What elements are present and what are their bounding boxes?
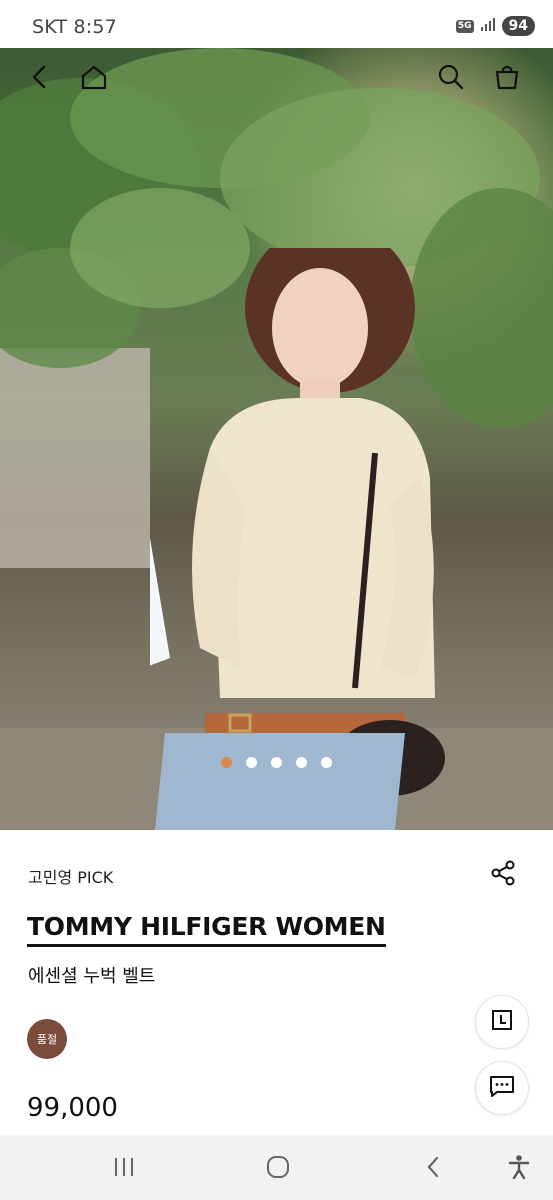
- carrier-time: SKT 8:57: [32, 16, 117, 38]
- carousel-dot-active[interactable]: [221, 757, 232, 768]
- cart-icon: [493, 63, 521, 95]
- chat-icon: [489, 1074, 515, 1102]
- back-icon: [29, 64, 49, 94]
- product-image-carousel[interactable]: [0, 48, 553, 830]
- home-button[interactable]: [77, 62, 111, 96]
- chat-button[interactable]: [475, 1061, 529, 1115]
- carousel-dot[interactable]: [296, 757, 307, 768]
- recents-icon: [112, 1156, 136, 1182]
- model-photo: [150, 248, 445, 830]
- status-badge: 품절: [27, 1019, 67, 1059]
- product-price: 99,000: [27, 1093, 118, 1123]
- status-bar: SKT 8:57 5G 94: [0, 0, 553, 48]
- home-icon: [80, 64, 108, 94]
- back-chevron-icon: [424, 1155, 442, 1183]
- accessibility-button[interactable]: [501, 1151, 537, 1187]
- status-icons: 5G 94: [455, 16, 535, 36]
- back-button[interactable]: [22, 62, 56, 96]
- search-icon: [437, 63, 465, 95]
- battery-indicator: 94: [501, 16, 535, 36]
- carousel-indicator: [0, 757, 553, 768]
- cart-button[interactable]: [490, 62, 524, 96]
- home-circle-icon: [266, 1155, 290, 1183]
- back-nav-button[interactable]: [415, 1151, 451, 1187]
- share-icon: [489, 859, 517, 891]
- recent-icon: [490, 1008, 514, 1036]
- share-button[interactable]: [487, 859, 519, 891]
- carousel-dot[interactable]: [246, 757, 257, 768]
- signal-icon: [480, 17, 496, 36]
- home-nav-button[interactable]: [260, 1151, 296, 1187]
- network-badge: 5G: [455, 19, 474, 33]
- search-button[interactable]: [434, 62, 468, 96]
- pick-label: 고민영 PICK: [28, 868, 114, 887]
- carousel-dot[interactable]: [271, 757, 282, 768]
- brand-name-link[interactable]: TOMMY HILFIGER WOMEN: [27, 912, 386, 947]
- carousel-dot[interactable]: [321, 757, 332, 768]
- recent-view-button[interactable]: [475, 995, 529, 1049]
- product-name: 에센셜 누벅 벨트: [28, 966, 156, 987]
- accessibility-icon: [508, 1154, 530, 1184]
- recents-button[interactable]: [106, 1151, 142, 1187]
- system-nav-bar: [0, 1135, 553, 1200]
